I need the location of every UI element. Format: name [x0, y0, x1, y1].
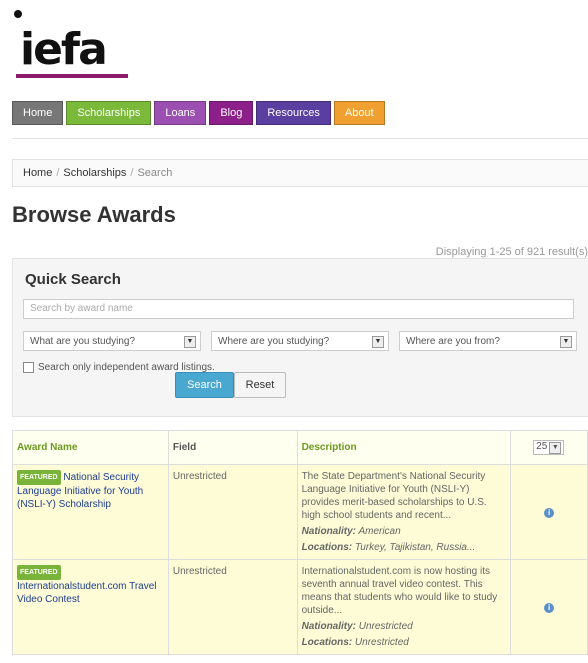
search-button[interactable]: Search	[175, 372, 234, 398]
breadcrumb-scholarships[interactable]: Scholarships	[63, 167, 126, 179]
featured-badge: FEATURED	[17, 565, 61, 580]
breadcrumb-home[interactable]: Home	[23, 167, 52, 179]
locations-label: Locations:	[301, 542, 353, 553]
field-cell: Unrestricted	[167, 464, 298, 560]
nav-blog[interactable]: Blog	[209, 101, 254, 125]
nationality-value: American	[358, 526, 401, 537]
nav-scholarships[interactable]: Scholarships	[66, 101, 152, 125]
nav-home[interactable]: Home	[12, 101, 64, 125]
breadcrumb-separator: /	[56, 167, 60, 179]
info-icon[interactable]: i	[544, 602, 555, 613]
study-field-value: What are you studying?	[30, 336, 136, 347]
nationality-label: Nationality:	[301, 526, 357, 537]
reset-button[interactable]: Reset	[234, 372, 286, 398]
locations-value: Unrestricted	[354, 637, 409, 648]
study-location-select[interactable]: Where are you studying? ▼	[211, 331, 389, 351]
locations-value: Turkey, Tajikistan, Russia...	[354, 542, 476, 553]
logo-dot	[14, 10, 22, 18]
nationality-label: Nationality:	[301, 621, 357, 632]
nationality-value: Unrestricted	[358, 621, 413, 632]
field-header[interactable]: Field	[167, 430, 298, 465]
iefa-logo[interactable]: iefa	[10, 6, 130, 78]
award-name-search-input[interactable]: Search by award name	[23, 299, 574, 319]
description-cell: Internationalstudent.com is now hosting …	[296, 559, 512, 655]
study-field-select[interactable]: What are you studying? ▼	[23, 331, 201, 351]
header-divider	[12, 138, 588, 139]
origin-value: Where are you from?	[406, 336, 500, 347]
dropdown-arrow-icon: ▼	[372, 336, 384, 348]
description-cell: The State Department's National Security…	[296, 464, 512, 560]
description-text: Internationalstudent.com is now hosting …	[301, 566, 498, 616]
locations-label: Locations:	[301, 637, 353, 648]
breadcrumb-current: Search	[137, 167, 173, 179]
nav-resources[interactable]: Resources	[256, 101, 331, 125]
nationality-line: Nationality: Unrestricted	[302, 620, 507, 633]
info-icon[interactable]: i	[544, 507, 555, 518]
nav-about[interactable]: About	[333, 101, 385, 125]
table-header-row: Award Name Field Description 25 ▼	[12, 430, 588, 465]
breadcrumb: Home / Scholarships / Search	[12, 159, 588, 187]
result-count: Displaying 1-25 of 921 result(s)	[435, 246, 588, 258]
awards-table: Award Name Field Description 25 ▼ FEATURE…	[12, 430, 588, 655]
award-link[interactable]: Internationalstudent.com Travel Video Co…	[17, 581, 157, 605]
table-row: FEATURED Internationalstudent.com Travel…	[12, 559, 588, 655]
page-title: Browse Awards	[12, 202, 176, 227]
dropdown-arrow-icon: ▼	[549, 442, 562, 454]
featured-badge: FEATURED	[17, 470, 61, 485]
logo-underline	[16, 74, 128, 78]
dropdown-arrow-icon: ▼	[560, 336, 572, 348]
field-cell: Unrestricted	[167, 559, 298, 655]
independent-listings-checkbox[interactable]	[23, 362, 34, 373]
main-nav: Home Scholarships Loans Blog Resources A…	[12, 101, 385, 125]
description-text: The State Department's National Security…	[301, 471, 487, 521]
locations-line: Locations: Unrestricted	[302, 636, 507, 649]
info-cell: i	[510, 464, 588, 560]
description-header[interactable]: Description	[296, 430, 512, 465]
logo-text: iefa	[20, 24, 108, 75]
per-page-header: 25 ▼	[510, 430, 588, 465]
table-row: FEATURED National Security Language Init…	[12, 464, 588, 560]
quick-search-title: Quick Search	[25, 271, 121, 288]
info-cell: i	[510, 559, 588, 655]
quick-search-panel: Quick Search Search by award name What a…	[12, 258, 588, 417]
award-cell: FEATURED National Security Language Init…	[12, 464, 169, 560]
per-page-select[interactable]: 25 ▼	[533, 440, 565, 455]
nationality-line: Nationality: American	[302, 525, 507, 538]
study-location-value: Where are you studying?	[218, 336, 330, 347]
dropdown-arrow-icon: ▼	[184, 336, 196, 348]
breadcrumb-separator: /	[130, 167, 134, 179]
award-name-header[interactable]: Award Name	[12, 430, 169, 465]
per-page-value: 25	[536, 441, 548, 452]
nav-loans[interactable]: Loans	[154, 101, 207, 125]
origin-select[interactable]: Where are you from? ▼	[399, 331, 577, 351]
award-cell: FEATURED Internationalstudent.com Travel…	[12, 559, 169, 655]
locations-line: Locations: Turkey, Tajikistan, Russia...	[302, 541, 507, 554]
